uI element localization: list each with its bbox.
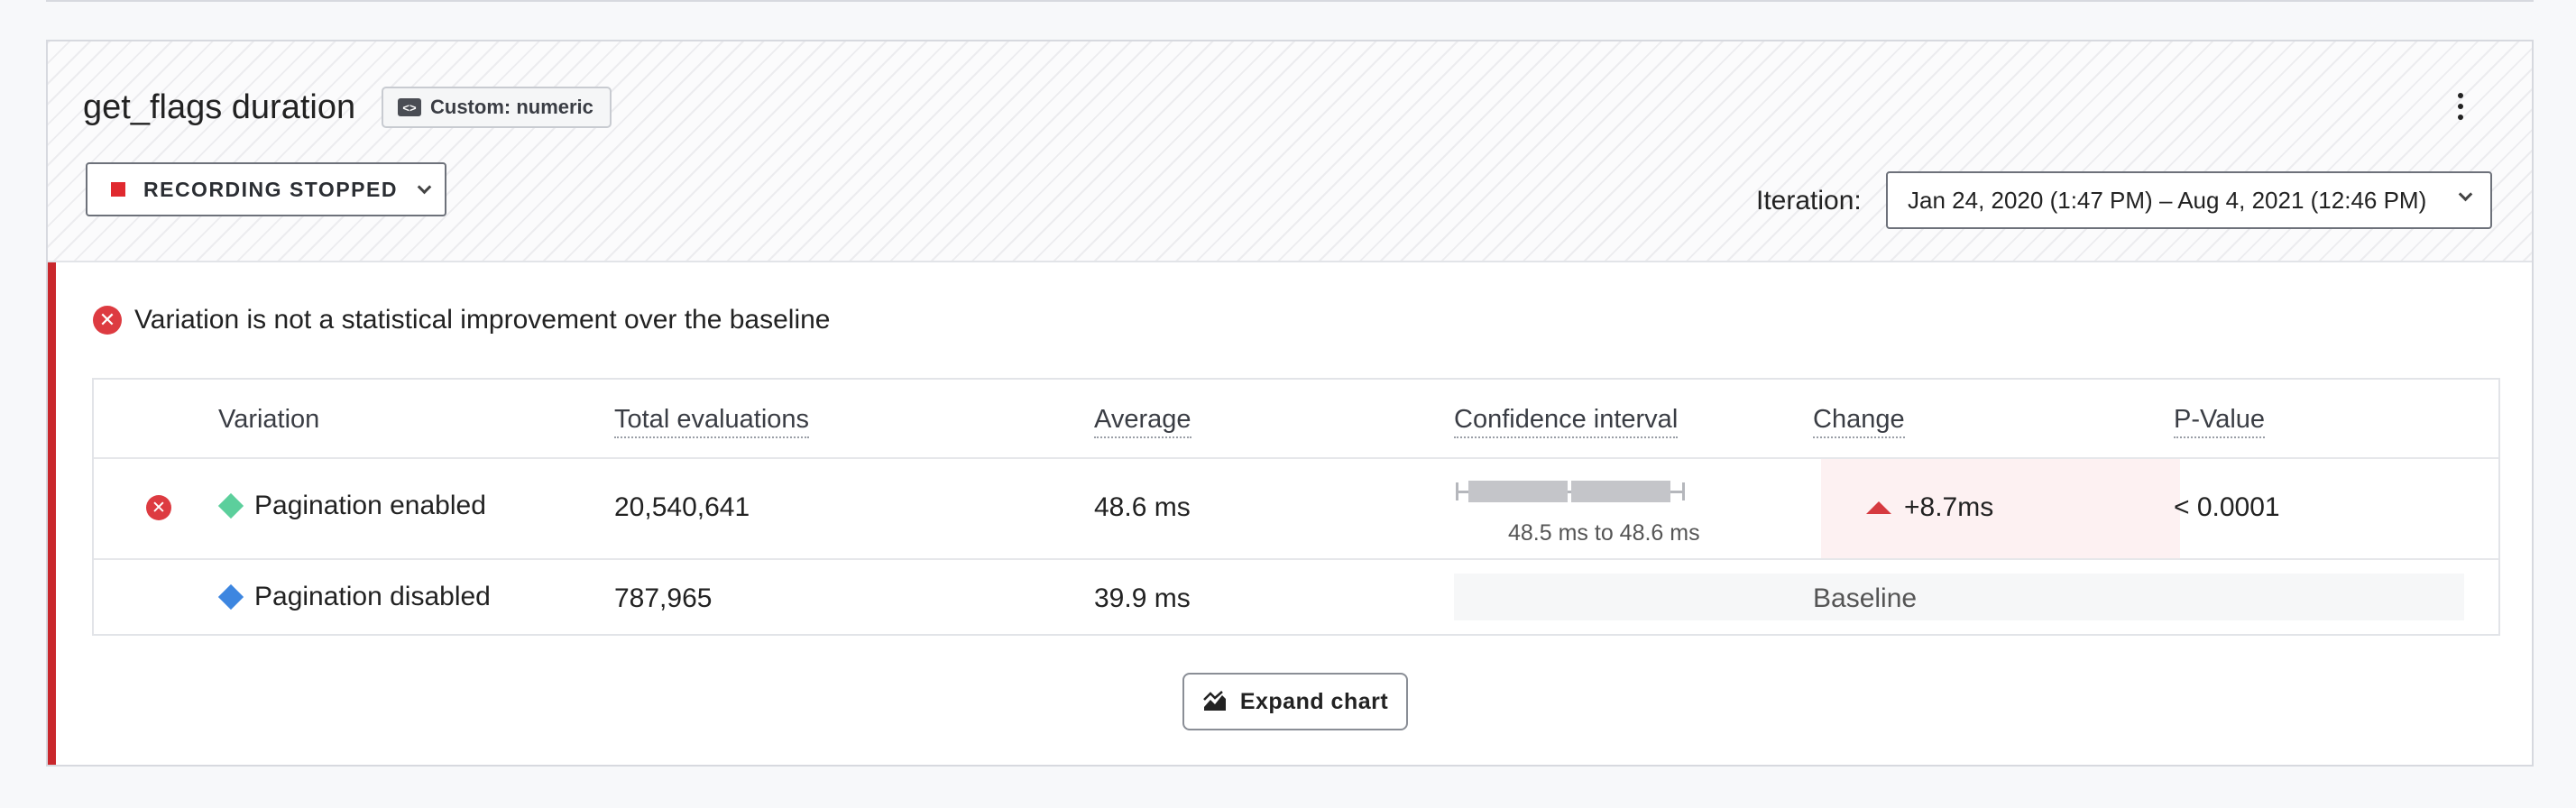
header-average[interactable]: Average <box>1094 405 1191 438</box>
metric-title: get_flags duration <box>83 88 356 126</box>
variation-name: Pagination enabled <box>254 491 486 520</box>
expand-chart-button[interactable]: Expand chart <box>1182 673 1408 730</box>
row-divider <box>94 558 2498 560</box>
iteration-value: Jan 24, 2020 (1:47 PM) – Aug 4, 2021 (12… <box>1908 186 2427 214</box>
result-summary: ✕ Variation is not a statistical improve… <box>93 305 831 335</box>
previous-card <box>46 0 2534 2</box>
variation-color-diamond-icon <box>217 583 244 611</box>
recording-status-label: RECORDING STOPPED <box>143 177 398 201</box>
increase-arrow-icon <box>1866 501 1891 514</box>
recording-status-button[interactable]: RECORDING STOPPED <box>86 162 446 216</box>
header-change[interactable]: Change <box>1813 405 1905 438</box>
variation-color-diamond-icon <box>217 492 244 519</box>
header-p-value[interactable]: P-Value <box>2174 405 2266 438</box>
confidence-interval-text: 48.5 ms to 48.6 ms <box>1508 520 1700 546</box>
p-value: < 0.0001 <box>2174 492 2280 522</box>
error-icon: ✕ <box>146 495 171 520</box>
result-message: Variation is not a statistical improveme… <box>134 305 831 335</box>
change-value: +8.7ms <box>1904 492 1994 522</box>
metric-type-badge: <> Custom: numeric <box>382 87 612 128</box>
iteration-select[interactable]: Jan 24, 2020 (1:47 PM) – Aug 4, 2021 (12… <box>1886 171 2492 229</box>
confidence-interval-bar <box>1456 481 1685 502</box>
status-accent-bar <box>48 262 56 765</box>
code-icon: <> <box>398 98 421 116</box>
total-evaluations-value: 787,965 <box>614 583 713 613</box>
average-value: 39.9 ms <box>1094 583 1191 613</box>
stop-icon <box>111 182 125 197</box>
expand-chart-label: Expand chart <box>1239 688 1389 714</box>
iteration-label: Iteration: <box>1756 186 1862 216</box>
chart-icon <box>1202 691 1226 711</box>
header-confidence-interval[interactable]: Confidence interval <box>1454 405 1679 438</box>
metric-type-label: Custom: numeric <box>430 96 593 118</box>
baseline-cell <box>1454 574 2464 620</box>
change-value-wrapper: +8.7ms <box>1866 492 1993 523</box>
chevron-down-icon <box>2458 187 2473 202</box>
table-row-variation: Pagination disabled <box>217 582 491 612</box>
chevron-down-icon <box>417 179 432 194</box>
header-total-evaluations[interactable]: Total evaluations <box>614 405 810 438</box>
total-evaluations-value: 20,540,641 <box>614 492 750 522</box>
card-header: get_flags duration <> Custom: numeric RE… <box>48 41 2532 262</box>
baseline-label: Baseline <box>1813 583 1918 613</box>
variation-name: Pagination disabled <box>254 582 491 611</box>
more-options-icon[interactable] <box>2447 88 2474 124</box>
header-variation: Variation <box>218 405 320 434</box>
metric-card: get_flags duration <> Custom: numeric RE… <box>46 40 2534 767</box>
average-value: 48.6 ms <box>1094 492 1191 522</box>
results-table: Variation Total evaluations Average Conf… <box>92 378 2500 636</box>
error-icon: ✕ <box>93 306 122 335</box>
table-row-variation: Pagination enabled <box>217 491 486 521</box>
